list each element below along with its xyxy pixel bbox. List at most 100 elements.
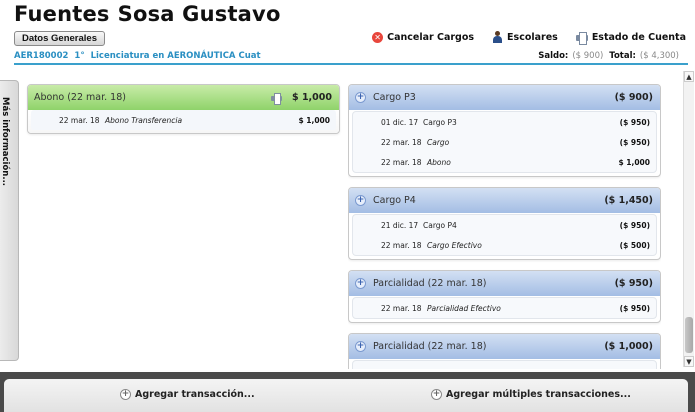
table-row: 22 mar. 18 Abono $ 1,000 — [353, 152, 656, 172]
card-header[interactable]: + Parcialidad (22 mar. 18) ($ 1,000) — [349, 334, 660, 359]
charge-card: + Cargo P3 ($ 900) 01 dic. 17 Cargo P3 (… — [348, 84, 661, 177]
header-divider — [14, 63, 688, 65]
scroll-down-icon[interactable]: ▼ — [684, 356, 694, 367]
row-amount: ($ 950) — [619, 137, 650, 147]
row-date: 21 dic. 17 — [381, 220, 419, 230]
add-icon: + — [120, 389, 131, 400]
row-date: 22 mar. 18 — [59, 115, 100, 125]
more-info-tab[interactable]: Más información... — [0, 80, 19, 361]
add-icon: + — [431, 389, 442, 400]
card-title: Parcialidad (22 mar. 18) — [373, 278, 487, 289]
card-title: Cargo P4 — [373, 195, 416, 206]
expand-icon[interactable]: + — [355, 341, 366, 352]
balance-summary: Saldo: ($ 900) Total: ($ 4,300) — [538, 51, 679, 61]
card-header[interactable]: + Cargo P3 ($ 900) — [349, 85, 660, 110]
saldo-label: Saldo: — [538, 51, 569, 61]
card-title: Parcialidad (22 mar. 18) — [373, 341, 487, 352]
row-description: Abono Transferencia — [101, 116, 298, 125]
scroll-up-icon[interactable]: ▲ — [684, 71, 694, 82]
row-date: 22 mar. 18 — [381, 303, 422, 313]
card-header[interactable]: Abono (22 mar. 18) $ 1,000 — [28, 85, 339, 110]
header-actions: ✕ Cancelar Cargos Escolares Estado de Cu… — [372, 31, 686, 45]
row-description: Parcialidad Efectivo — [423, 304, 620, 313]
expand-icon[interactable]: + — [355, 278, 366, 289]
card-amount: ($ 950) — [614, 278, 653, 289]
table-row: 22 mar. 18 Parcialidad Efectivo ($ 950) — [353, 298, 656, 318]
vertical-scrollbar[interactable]: ▲ ▼ — [683, 71, 694, 367]
student-program: Licenciatura en AERONÁUTICA Cuat — [90, 51, 261, 61]
bottom-toolbar-panel: + Agregar transacción... + Agregar múlti… — [4, 379, 688, 412]
card-amount: ($ 1,450) — [604, 195, 653, 206]
user-icon — [492, 31, 503, 43]
card-amount: $ 1,000 — [292, 92, 332, 103]
student-info: AER180002 1° Licenciatura en AERONÁUTICA C… — [14, 51, 267, 61]
total-value: ($ 4,300) — [639, 51, 679, 61]
total-label: Total: — [609, 51, 636, 61]
page-title: Fuentes Sosa Gustavo — [14, 2, 281, 26]
add-multiple-label: Agregar múltiples transacciones... — [446, 389, 631, 400]
card-amount: ($ 900) — [614, 92, 653, 103]
escolares-button[interactable]: Escolares — [492, 31, 558, 43]
row-date: 22 mar. 18 — [381, 240, 422, 250]
expand-icon[interactable]: + — [355, 195, 366, 206]
row-amount: ($ 500) — [619, 240, 650, 250]
card-title: Abono (22 mar. 18) — [34, 92, 126, 103]
saldo-value: ($ 900) — [572, 51, 604, 61]
escolares-label: Escolares — [507, 31, 558, 43]
datos-generales-button[interactable]: Datos Generales — [14, 31, 105, 46]
table-row: 22 mar. 18 Abono Transferencia $ 1,000 — [31, 110, 336, 130]
table-row: 22 mar. 18 Cargo Efectivo ($ 500) — [353, 235, 656, 255]
row-amount: $ 1,000 — [618, 157, 650, 167]
row-date: 22 mar. 18 — [381, 137, 422, 147]
row-description: Cargo P3 — [423, 118, 620, 127]
row-category: Cargo P4 — [423, 220, 457, 230]
card-header[interactable]: + Parcialidad (22 mar. 18) ($ 950) — [349, 271, 660, 296]
student-first-name: Fuentes — [14, 2, 110, 26]
add-multiple-transactions-button[interactable]: + Agregar múltiples transacciones... — [431, 389, 631, 400]
row-desc-text: Abono Transferencia — [105, 115, 183, 125]
row-desc-text: Cargo Efectivo — [427, 240, 482, 250]
row-amount: ($ 950) — [619, 117, 650, 127]
row-amount: $ 1,000 — [298, 115, 330, 125]
row-category: Cargo P3 — [423, 117, 457, 127]
charge-card: + Parcialidad (22 mar. 18) ($ 950) 22 ma… — [348, 270, 661, 323]
card-header[interactable]: + Cargo P4 ($ 1,450) — [349, 188, 660, 213]
left-column: Abono (22 mar. 18) $ 1,000 22 mar. 18 Ab… — [27, 84, 340, 144]
charge-card: + Cargo P4 ($ 1,450) 21 dic. 17 Cargo P4… — [348, 187, 661, 260]
cancel-icon: ✕ — [372, 31, 384, 43]
card-amount: ($ 1,000) — [604, 341, 653, 352]
table-row: 01 dic. 17 Cargo P3 ($ 950) — [353, 112, 656, 132]
printer-icon — [575, 31, 588, 45]
row-desc-text: Cargo — [427, 137, 450, 147]
row-description: Cargo Efectivo — [423, 241, 620, 250]
card-title: Cargo P3 — [373, 92, 416, 103]
estado-cuenta-button[interactable]: Estado de Cuenta — [575, 31, 686, 45]
table-row: 22 mar. 18 Cargo ($ 950) — [353, 132, 656, 152]
row-desc-text: Parcialidad Efectivo — [427, 303, 501, 313]
card-body: 01 dic. 17 Cargo P3 ($ 950) 22 mar. 18 C… — [352, 111, 657, 173]
row-date: 22 mar. 18 — [381, 157, 422, 167]
estado-cuenta-label: Estado de Cuenta — [591, 31, 686, 43]
printer-icon[interactable] — [271, 92, 283, 105]
row-description: Cargo — [423, 138, 620, 147]
expand-icon[interactable]: + — [355, 92, 366, 103]
row-amount: ($ 950) — [619, 303, 650, 313]
charge-card: + Parcialidad (22 mar. 18) ($ 1,000) — [348, 333, 661, 369]
add-transaction-label: Agregar transacción... — [135, 389, 255, 400]
bottom-toolbar: + Agregar transacción... + Agregar múlti… — [0, 372, 695, 412]
transaction-card: Abono (22 mar. 18) $ 1,000 22 mar. 18 Ab… — [27, 84, 340, 134]
row-description: Cargo P4 — [423, 221, 620, 230]
row-amount: ($ 950) — [619, 220, 650, 230]
card-body: 22 mar. 18 Parcialidad Efectivo ($ 950) — [352, 297, 657, 319]
table-row: 21 dic. 17 Cargo P4 ($ 950) — [353, 215, 656, 235]
more-info-label: Más información... — [0, 97, 10, 187]
cancel-charges-button[interactable]: ✕ Cancelar Cargos — [372, 31, 474, 43]
scroll-thumb[interactable] — [685, 317, 693, 353]
student-last-name: Sosa Gustavo — [117, 2, 281, 26]
student-grade: 1° — [74, 51, 85, 61]
card-body — [352, 360, 657, 369]
add-transaction-button[interactable]: + Agregar transacción... — [120, 389, 255, 400]
row-desc-text: Abono — [427, 157, 451, 167]
card-body: 21 dic. 17 Cargo P4 ($ 950) 22 mar. 18 C… — [352, 214, 657, 256]
student-id: AER180002 — [14, 51, 69, 61]
